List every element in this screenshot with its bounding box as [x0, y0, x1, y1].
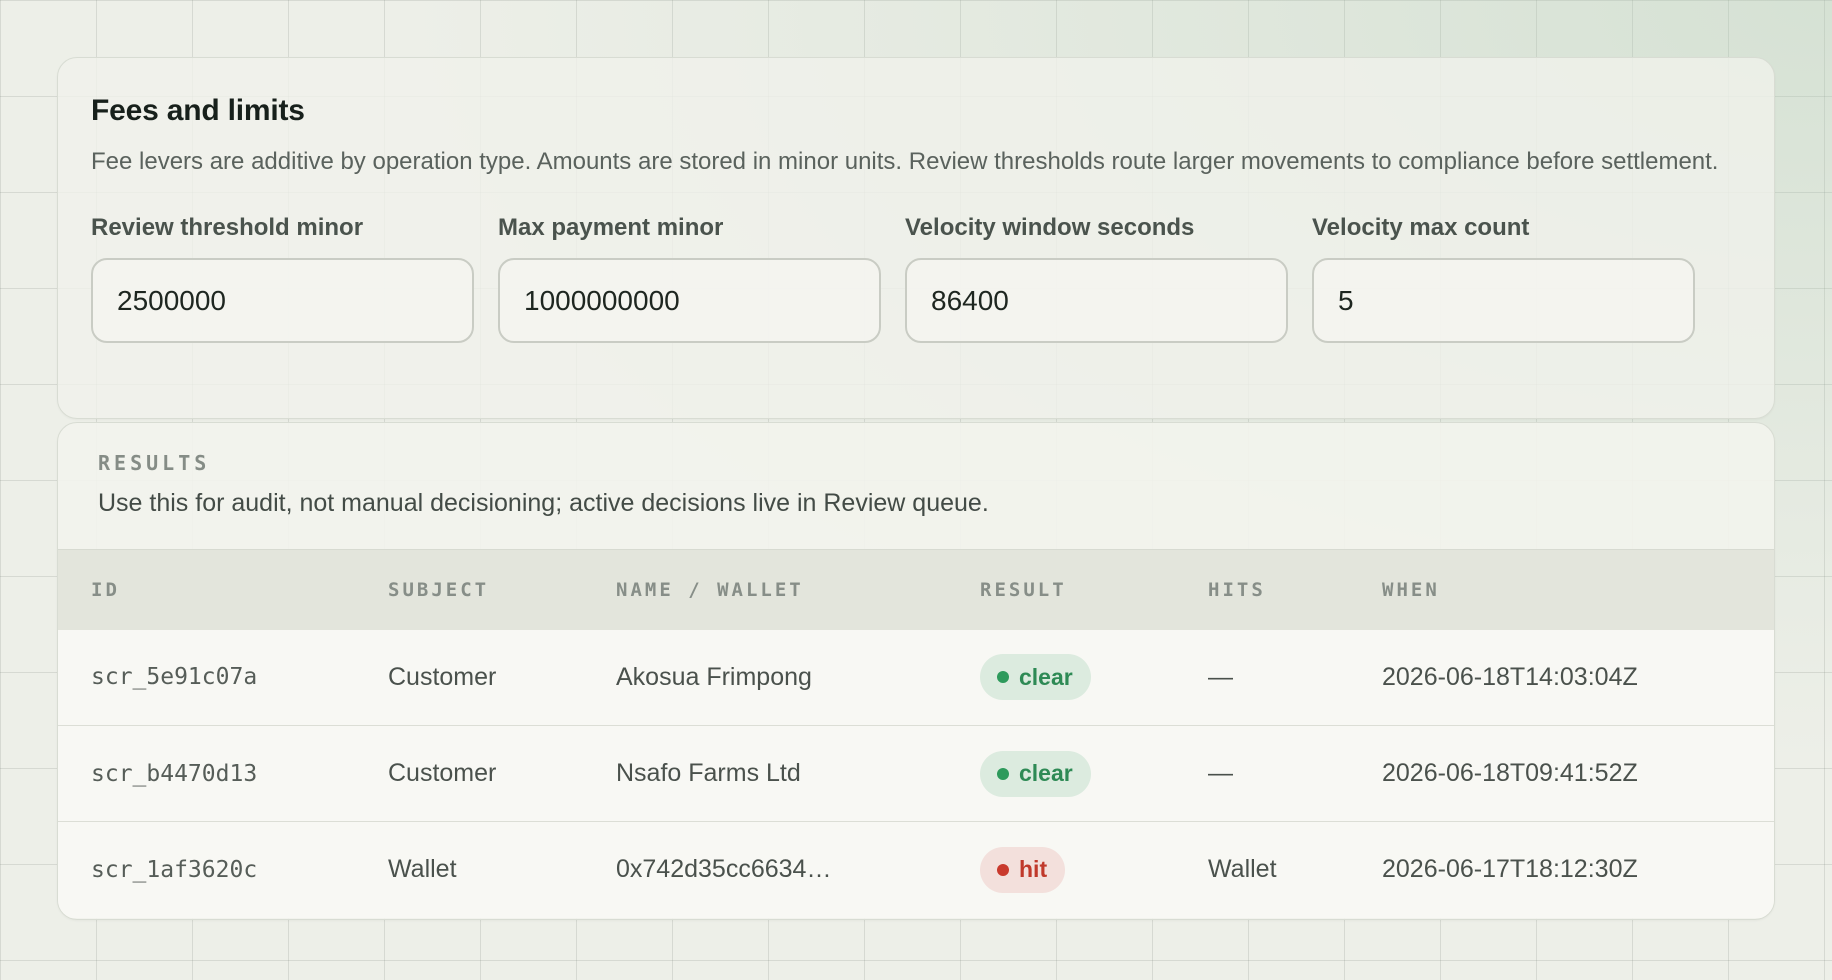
row-name: Nsafo Farms Ltd: [616, 725, 980, 822]
status-badge-label: clear: [1019, 663, 1073, 690]
row-id: scr_b4470d13: [58, 725, 388, 822]
velocity-window-label: Velocity window seconds: [905, 214, 1195, 241]
max-payment-field: Max payment minor: [498, 214, 881, 343]
status-badge: clear: [980, 654, 1091, 701]
row-result-cell: clear: [980, 630, 1208, 726]
table-row[interactable]: scr_b4470d13 Customer Nsafo Farms Ltd cl…: [58, 725, 1774, 822]
table-row[interactable]: scr_1af3620c Wallet 0x742d35cc6634… hit …: [58, 821, 1774, 918]
row-result-cell: hit: [980, 821, 1208, 918]
row-name: 0x742d35cc6634…: [616, 821, 980, 918]
review-threshold-label: Review threshold minor: [91, 214, 364, 241]
velocity-max-count-input[interactable]: [1312, 258, 1695, 343]
fees-description: Fee levers are additive by operation typ…: [91, 148, 1719, 175]
row-hits: —: [1208, 662, 1233, 691]
row-hits: —: [1208, 725, 1382, 822]
row-id: scr_1af3620c: [58, 821, 388, 918]
column-header-name-wallet[interactable]: NAME / WALLET: [616, 549, 980, 630]
row-subject: Wallet: [388, 821, 616, 918]
row-result-cell: clear: [980, 725, 1208, 822]
fees-title: Fees and limits: [91, 94, 305, 127]
max-payment-input[interactable]: [498, 258, 881, 343]
results-eyebrow: RESULTS: [98, 451, 211, 475]
review-threshold-input[interactable]: [91, 258, 474, 343]
status-badge-label: clear: [1019, 760, 1073, 786]
column-header-subject[interactable]: SUBJECT: [388, 549, 616, 630]
status-dot-icon: [997, 767, 1009, 780]
fees-and-limits-panel: Fees and limits Fee levers are additive …: [57, 57, 1775, 419]
table-header-row: ID SUBJECT NAME / WALLET RESULT HITS WHE…: [58, 549, 1774, 630]
results-header: RESULTS Use this for audit, not manual d…: [58, 423, 1774, 549]
results-panel: RESULTS Use this for audit, not manual d…: [57, 422, 1775, 920]
table-row[interactable]: scr_5e91c07a Customer Akosua Frimpong cl…: [58, 629, 1774, 726]
column-header-result[interactable]: RESULT: [980, 549, 1208, 630]
velocity-max-count-label: Velocity max count: [1312, 214, 1530, 241]
row-hits: Wallet: [1208, 821, 1382, 918]
status-badge-label: hit: [1019, 856, 1048, 883]
row-id: scr_5e91c07a: [91, 664, 258, 691]
row-name: Akosua Frimpong: [616, 662, 812, 691]
column-header-when[interactable]: WHEN: [1382, 549, 1774, 630]
review-threshold-field: Review threshold minor: [91, 214, 474, 343]
column-header-id[interactable]: ID: [58, 549, 388, 630]
status-badge: clear: [980, 750, 1091, 797]
velocity-max-count-field: Velocity max count: [1312, 214, 1695, 343]
row-when: 2026-06-18T09:41:52Z: [1382, 725, 1774, 822]
velocity-window-field: Velocity window seconds: [905, 214, 1288, 343]
status-dot-icon: [997, 671, 1009, 684]
max-payment-label: Max payment minor: [498, 214, 724, 241]
row-when: 2026-06-18T14:03:04Z: [1382, 662, 1638, 691]
row-subject: Customer: [388, 662, 497, 691]
status-badge: hit: [980, 846, 1066, 893]
limits-fields: Review threshold minor Max payment minor…: [91, 214, 1741, 343]
results-table: ID SUBJECT NAME / WALLET RESULT HITS WHE…: [58, 549, 1774, 918]
column-header-hits[interactable]: HITS: [1208, 549, 1382, 630]
results-note: Use this for audit, not manual decisioni…: [98, 489, 989, 517]
status-dot-icon: [997, 863, 1009, 876]
velocity-window-input[interactable]: [905, 258, 1288, 343]
row-when: 2026-06-17T18:12:30Z: [1382, 821, 1774, 918]
row-subject: Customer: [388, 725, 616, 822]
